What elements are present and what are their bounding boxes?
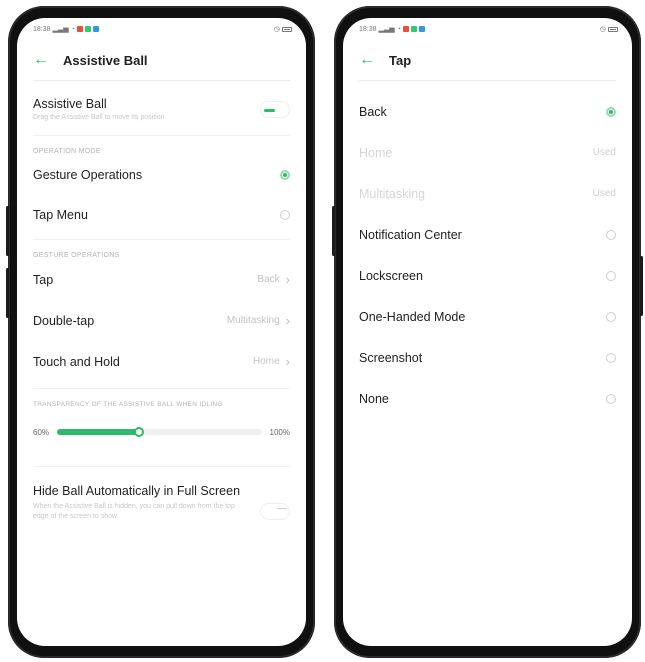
divider: [33, 388, 290, 389]
page-title: Assistive Ball: [63, 52, 148, 68]
slider-min-label: 60%: [33, 427, 50, 437]
hide-ball-toggle[interactable]: [260, 503, 290, 520]
app-bar: ← Tap: [343, 40, 632, 80]
divider: [33, 135, 290, 136]
app-bar: ← Assistive Ball: [17, 40, 306, 80]
section-header-gesture-operations: GESTURE OPERATIONS: [33, 252, 120, 259]
gesture-label: Touch and Hold: [33, 354, 120, 369]
tap-option-row[interactable]: Back: [343, 91, 632, 132]
toggle-knob: [264, 108, 275, 112]
option-gesture-operations[interactable]: Gesture Operations: [17, 155, 306, 195]
volume-button: [6, 268, 9, 318]
gesture-label: Double-tap: [33, 313, 95, 328]
tap-option-row[interactable]: None: [343, 378, 632, 419]
back-arrow-icon[interactable]: ←: [359, 52, 381, 68]
volume-button: [332, 206, 335, 256]
wifi-icon: ◔: [70, 25, 75, 33]
chevron-right-icon: ›: [285, 313, 290, 328]
chevron-right-icon: ›: [285, 272, 290, 287]
hide-ball-setting[interactable]: Hide Ball Automatically in Full Screen W…: [17, 467, 306, 522]
tap-option-label: Screenshot: [359, 350, 423, 365]
tap-option-status: Used: [592, 188, 616, 199]
slider-fill: [57, 429, 139, 435]
gesture-value: Home: [252, 356, 280, 367]
section-header-operation-mode: OPERATION MODE: [33, 148, 101, 155]
page-title: Tap: [389, 52, 412, 68]
notification-icon: [410, 26, 417, 32]
hide-ball-subtitle: When the Assistive Ball is hidden, you c…: [33, 503, 235, 520]
notification-icon: [92, 26, 99, 32]
alarm-icon: ◷: [599, 26, 606, 33]
battery-icon: [282, 26, 292, 32]
assistive-ball-label: Assistive Ball: [33, 97, 107, 111]
tap-option-label: Lockscreen: [359, 268, 423, 283]
tap-option-label: None: [359, 391, 389, 406]
section-header-transparency: TRANSPARENCY OF THE ASSISTIVE BALL WHEN …: [33, 401, 223, 408]
tap-option-label: Back: [359, 104, 387, 119]
gesture-row-double-tap[interactable]: Double-tap Multitasking ›: [17, 300, 306, 341]
radio-unselected-icon[interactable]: [606, 352, 616, 363]
notification-icon: [402, 26, 409, 32]
transparency-slider[interactable]: [57, 427, 262, 437]
phone-left: 18:38 ▂▃▅ ◔ ◷ ← Assistive Ball Assistive…: [6, 6, 315, 658]
tap-option-row: Multitasking Used: [343, 173, 632, 214]
option-label: Tap Menu: [33, 208, 88, 222]
tap-option-label: One-Handed Mode: [359, 309, 466, 324]
divider: [33, 239, 290, 240]
radio-unselected-icon[interactable]: [606, 311, 616, 322]
battery-icon: [608, 26, 618, 32]
tap-option-row[interactable]: One-Handed Mode: [343, 296, 632, 337]
status-time: 18:38: [359, 25, 377, 33]
tap-screen: 18:38 ▂▃▅ ◔ ◷ ← Tap Back Home Used Multitas…: [343, 18, 632, 646]
gesture-row-tap[interactable]: Tap Back ›: [17, 259, 306, 300]
radio-selected-icon[interactable]: [280, 170, 290, 180]
gesture-value: Back: [257, 274, 280, 285]
volume-button: [6, 206, 9, 256]
option-label: Gesture Operations: [33, 168, 143, 182]
transparency-slider-row: 60% 100%: [17, 408, 306, 456]
gesture-value: Multitasking: [226, 315, 280, 326]
tap-option-row[interactable]: Lockscreen: [343, 255, 632, 296]
toggle-knob: [277, 508, 287, 509]
radio-selected-icon[interactable]: [606, 106, 616, 117]
signal-icon: ▂▃▅: [52, 26, 69, 33]
alarm-icon: ◷: [273, 26, 280, 33]
signal-icon: ▂▃▅: [378, 26, 395, 33]
slider-max-label: 100%: [269, 427, 290, 437]
gesture-row-touch-and-hold[interactable]: Touch and Hold Home ›: [17, 341, 306, 382]
notification-icon: [418, 26, 425, 32]
tap-option-status: Used: [592, 147, 616, 158]
notification-icon: [76, 26, 83, 32]
slider-thumb[interactable]: [133, 427, 144, 437]
power-button: [640, 256, 643, 316]
radio-unselected-icon[interactable]: [280, 210, 290, 220]
radio-unselected-icon[interactable]: [606, 270, 616, 281]
tap-option-row[interactable]: Notification Center: [343, 214, 632, 255]
gesture-label: Tap: [33, 272, 54, 287]
back-arrow-icon[interactable]: ←: [33, 52, 55, 68]
tap-option-list: Back Home Used Multitasking Used Notification…: [343, 81, 632, 419]
tap-option-row: Home Used: [343, 132, 632, 173]
chevron-right-icon: ›: [285, 354, 290, 369]
radio-unselected-icon[interactable]: [606, 229, 616, 240]
assistive-ball-setting[interactable]: Assistive Ball Drag the Assistive Ball t…: [17, 81, 306, 135]
assistive-ball-subtitle: Drag the Assistive Ball to move its posi…: [33, 114, 165, 121]
status-time: 18:38: [33, 25, 51, 33]
tap-option-label: Notification Center: [359, 227, 462, 242]
tap-option-label: Multitasking: [359, 186, 425, 201]
tap-option-label: Home: [359, 145, 393, 160]
status-bar: 18:38 ▂▃▅ ◔ ◷: [343, 18, 632, 40]
option-tap-menu[interactable]: Tap Menu: [17, 195, 306, 235]
assistive-ball-screen: 18:38 ▂▃▅ ◔ ◷ ← Assistive Ball Assistive…: [17, 18, 306, 646]
notification-icon: [84, 26, 91, 32]
radio-unselected-icon[interactable]: [606, 393, 616, 404]
wifi-icon: ◔: [396, 25, 401, 33]
phone-right: 18:38 ▂▃▅ ◔ ◷ ← Tap Back Home Used Multitas…: [332, 6, 643, 658]
assistive-ball-toggle[interactable]: [260, 100, 290, 118]
tap-option-row[interactable]: Screenshot: [343, 337, 632, 378]
hide-ball-label: Hide Ball Automatically in Full Screen: [33, 484, 241, 498]
status-bar: 18:38 ▂▃▅ ◔ ◷: [17, 18, 306, 40]
